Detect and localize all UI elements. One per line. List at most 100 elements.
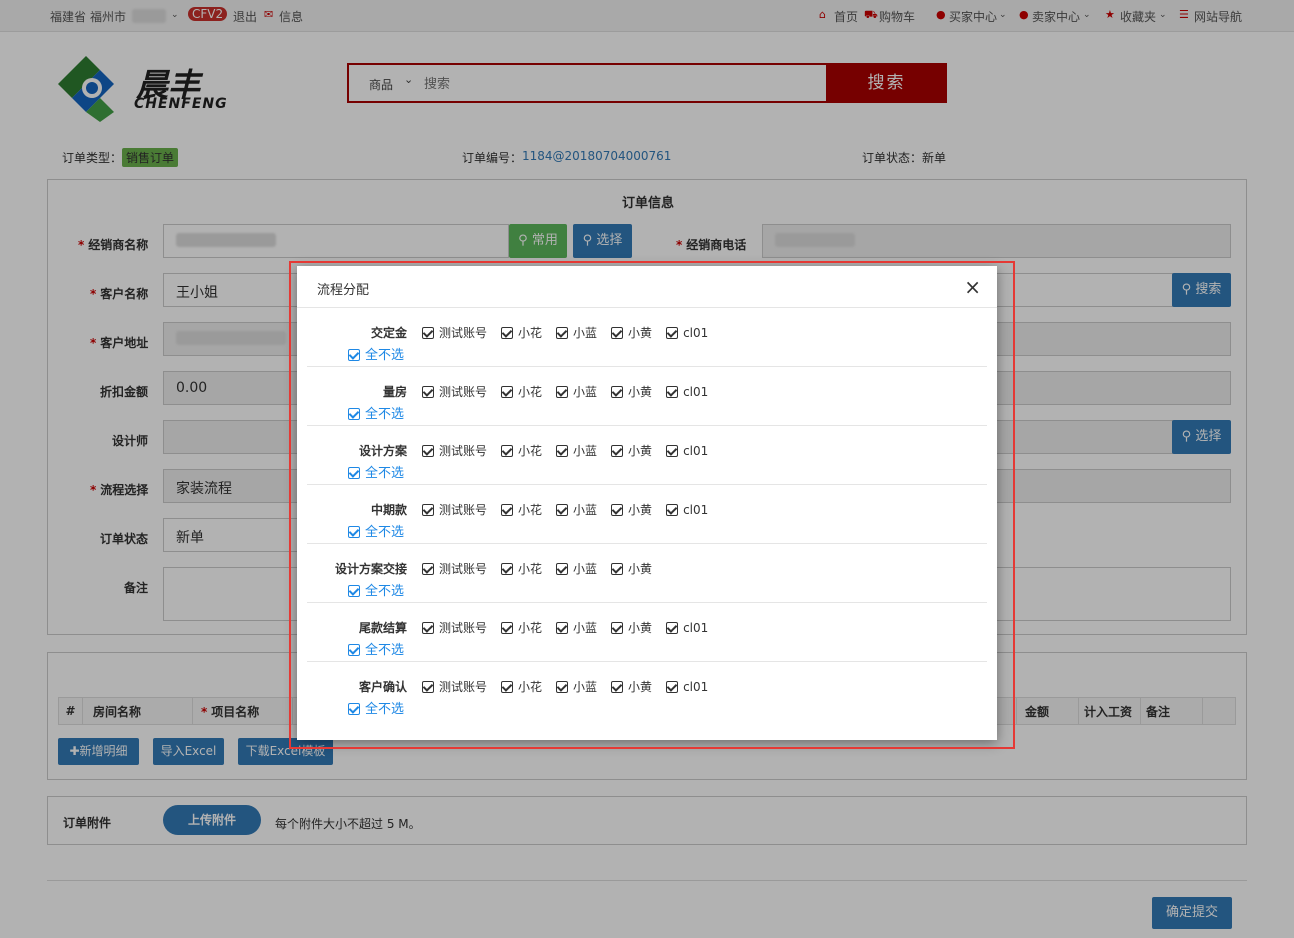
unselect-all-toggle[interactable]: 全不选 [348, 698, 404, 717]
checkbox-checked-icon[interactable] [556, 327, 569, 339]
checkbox-checked-icon[interactable] [501, 563, 514, 575]
assignee-checkbox[interactable]: 小蓝 [556, 383, 597, 400]
checkbox-checked-icon[interactable] [348, 703, 360, 715]
assignee-checkbox[interactable]: 小黄 [611, 501, 652, 518]
checkbox-checked-icon[interactable] [422, 386, 434, 398]
checkbox-checked-icon[interactable] [422, 327, 434, 339]
assignee-checkbox[interactable]: cl01 [666, 621, 708, 635]
checkbox-checked-icon[interactable] [611, 563, 624, 575]
checkbox-checked-icon[interactable] [348, 467, 360, 479]
checkbox-checked-icon[interactable] [348, 408, 360, 420]
assignee-checkbox[interactable]: 测试账号 [422, 324, 487, 341]
flow-step-options: 测试账号 小花 小蓝 小黄 cl01 [422, 619, 722, 636]
unselect-all-toggle[interactable]: 全不选 [348, 639, 404, 658]
checkbox-checked-icon[interactable] [611, 681, 624, 693]
checkbox-checked-icon[interactable] [666, 386, 679, 398]
checkbox-checked-icon[interactable] [556, 681, 569, 693]
assignee-checkbox[interactable]: 小黄 [611, 442, 652, 459]
checkbox-checked-icon[interactable] [422, 622, 434, 634]
assignee-checkbox[interactable]: 小黄 [611, 619, 652, 636]
checkbox-checked-icon[interactable] [666, 504, 679, 516]
flow-step-options: 测试账号 小花 小蓝 小黄 cl01 [422, 324, 722, 341]
assignee-checkbox[interactable]: cl01 [666, 326, 708, 340]
assignee-checkbox[interactable]: 小花 [501, 501, 542, 518]
flow-step-options: 测试账号 小花 小蓝 小黄 cl01 [422, 442, 722, 459]
checkbox-checked-icon[interactable] [611, 622, 624, 634]
assignee-checkbox[interactable]: 测试账号 [422, 383, 487, 400]
checkbox-checked-icon[interactable] [666, 681, 679, 693]
assignee-checkbox[interactable]: cl01 [666, 503, 708, 517]
checkbox-checked-icon[interactable] [611, 504, 624, 516]
assignee-checkbox[interactable]: 测试账号 [422, 501, 487, 518]
assignee-checkbox[interactable]: 小蓝 [556, 501, 597, 518]
close-icon[interactable]: × [964, 275, 981, 299]
unselect-all-toggle[interactable]: 全不选 [348, 344, 404, 363]
assignee-checkbox[interactable]: 小蓝 [556, 560, 597, 577]
assignee-name: 测试账号 [439, 385, 488, 399]
checkbox-checked-icon[interactable] [611, 445, 624, 457]
assignee-checkbox[interactable]: 小蓝 [556, 678, 597, 695]
assignee-checkbox[interactable]: 小花 [501, 324, 542, 341]
checkbox-checked-icon[interactable] [611, 386, 624, 398]
checkbox-checked-icon[interactable] [556, 563, 569, 575]
flow-step-name: 客户确认 [358, 680, 407, 694]
checkbox-checked-icon[interactable] [348, 644, 360, 656]
unselect-all-label: 全不选 [365, 643, 405, 658]
checkbox-checked-icon[interactable] [611, 327, 624, 339]
checkbox-checked-icon[interactable] [348, 349, 360, 361]
modal-title: 流程分配 [317, 283, 370, 298]
assignee-name: 测试账号 [439, 444, 488, 458]
flow-row: 设计方案交接 测试账号 小花 小蓝 小黄 全不选 [307, 544, 987, 603]
checkbox-checked-icon[interactable] [501, 504, 514, 516]
checkbox-checked-icon[interactable] [348, 585, 360, 597]
assignee-checkbox[interactable]: 测试账号 [422, 442, 487, 459]
checkbox-checked-icon[interactable] [666, 622, 679, 634]
flow-step-name: 量房 [382, 385, 407, 399]
flow-row: 中期款 测试账号 小花 小蓝 小黄 cl01 全不选 [307, 485, 987, 544]
checkbox-checked-icon[interactable] [666, 327, 679, 339]
assignee-checkbox[interactable]: 测试账号 [422, 678, 487, 695]
checkbox-checked-icon[interactable] [422, 504, 434, 516]
checkbox-checked-icon[interactable] [501, 386, 514, 398]
assignee-checkbox[interactable]: 小花 [501, 619, 542, 636]
assignee-checkbox[interactable]: cl01 [666, 444, 708, 458]
assignee-checkbox[interactable]: 小黄 [611, 383, 652, 400]
unselect-all-toggle[interactable]: 全不选 [348, 521, 404, 540]
unselect-all-toggle[interactable]: 全不选 [348, 462, 404, 481]
checkbox-checked-icon[interactable] [556, 622, 569, 634]
flow-step-name: 设计方案 [358, 444, 407, 458]
checkbox-checked-icon[interactable] [422, 445, 434, 457]
assignee-checkbox[interactable]: 小花 [501, 442, 542, 459]
checkbox-checked-icon[interactable] [556, 504, 569, 516]
assignee-checkbox[interactable]: 小黄 [611, 560, 652, 577]
checkbox-checked-icon[interactable] [666, 445, 679, 457]
unselect-all-toggle[interactable]: 全不选 [348, 580, 404, 599]
assignee-checkbox[interactable]: cl01 [666, 385, 708, 399]
flow-step-options: 测试账号 小花 小蓝 小黄 cl01 [422, 678, 722, 695]
checkbox-checked-icon[interactable] [556, 445, 569, 457]
checkbox-checked-icon[interactable] [501, 622, 514, 634]
assignee-checkbox[interactable]: 小蓝 [556, 324, 597, 341]
checkbox-checked-icon[interactable] [501, 327, 514, 339]
assignee-checkbox[interactable]: cl01 [666, 680, 708, 694]
assignee-name: 小蓝 [573, 444, 598, 458]
checkbox-checked-icon[interactable] [422, 563, 434, 575]
assignee-name: 小花 [518, 326, 543, 340]
assignee-checkbox[interactable]: 小黄 [611, 324, 652, 341]
assignee-checkbox[interactable]: 小蓝 [556, 619, 597, 636]
assignee-checkbox[interactable]: 测试账号 [422, 560, 487, 577]
assignee-checkbox[interactable]: 小花 [501, 383, 542, 400]
unselect-all-toggle[interactable]: 全不选 [348, 403, 404, 422]
assignee-name: 小黄 [628, 326, 653, 340]
assignee-checkbox[interactable]: 小蓝 [556, 442, 597, 459]
checkbox-checked-icon[interactable] [556, 386, 569, 398]
checkbox-checked-icon[interactable] [348, 526, 360, 538]
checkbox-checked-icon[interactable] [501, 445, 514, 457]
assignee-name: 测试账号 [439, 621, 488, 635]
assignee-checkbox[interactable]: 测试账号 [422, 619, 487, 636]
assignee-checkbox[interactable]: 小花 [501, 678, 542, 695]
checkbox-checked-icon[interactable] [501, 681, 514, 693]
assignee-checkbox[interactable]: 小黄 [611, 678, 652, 695]
assignee-checkbox[interactable]: 小花 [501, 560, 542, 577]
checkbox-checked-icon[interactable] [422, 681, 434, 693]
